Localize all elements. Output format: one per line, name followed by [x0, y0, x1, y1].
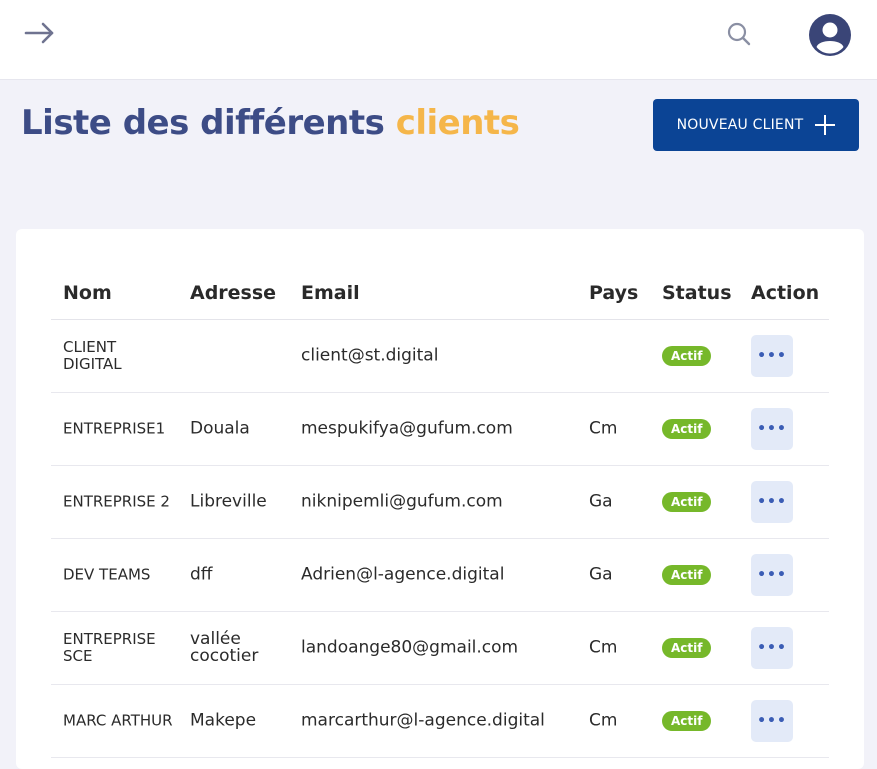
page-title-main: Liste des différents	[21, 103, 396, 143]
cell-nom: ENTREPRISE1	[63, 419, 166, 438]
status-badge: Actif	[662, 565, 712, 585]
cell-adresse: Libreville	[190, 491, 267, 512]
cell-adresse: Douala	[190, 418, 250, 439]
status-badge: Actif	[662, 711, 712, 731]
cell-nom: CLIENT DIGITAL	[63, 338, 122, 373]
status-badge: Actif	[662, 419, 712, 439]
search-icon[interactable]	[724, 19, 754, 49]
cell-adresse: vallée cocotier	[190, 629, 259, 666]
new-client-button[interactable]: NOUVEAU CLIENT	[653, 99, 859, 151]
cell-pays: Cm	[589, 710, 618, 731]
user-avatar-icon[interactable]	[807, 12, 853, 58]
column-header-email: Email	[301, 282, 360, 304]
more-actions-button[interactable]: •••	[751, 554, 793, 596]
cell-email: mespukifya@gufum.com	[301, 418, 513, 439]
status-badge: Actif	[662, 638, 712, 658]
cell-email: Adrien@l-agence.digital	[301, 564, 505, 585]
cell-pays: Ga	[589, 491, 613, 512]
table-row: CLIENT DIGITAL client@st.digital Actif •…	[51, 320, 829, 393]
arrow-right-icon[interactable]	[22, 18, 58, 48]
cell-email: marcarthur@l-agence.digital	[301, 710, 545, 731]
table-row: MARC ARTHUR Makepe marcarthur@l-agence.d…	[51, 685, 829, 758]
cell-pays: Cm	[589, 637, 618, 658]
table-row: ENTREPRISE SCE vallée cocotier landoange…	[51, 612, 829, 685]
clients-card: Nom Adresse Email Pays Status Action CLI…	[16, 229, 864, 769]
table-row: DEV TEAMS dff Adrien@l-agence.digital Ga…	[51, 539, 829, 612]
top-bar	[0, 0, 877, 80]
table-row: ENTREPRISE 2 Libreville niknipemli@gufum…	[51, 466, 829, 539]
column-header-pays: Pays	[589, 282, 639, 304]
cell-nom: ENTREPRISE SCE	[63, 630, 156, 665]
cell-nom: ENTREPRISE 2	[63, 492, 170, 511]
more-actions-button[interactable]: •••	[751, 335, 793, 377]
more-actions-button[interactable]: •••	[751, 700, 793, 742]
column-header-status: Status	[662, 282, 732, 304]
cell-email: client@st.digital	[301, 345, 439, 366]
column-header-adresse: Adresse	[190, 282, 277, 304]
cell-pays: Ga	[589, 564, 613, 585]
cell-nom: MARC ARTHUR	[63, 711, 173, 730]
cell-adresse: dff	[190, 564, 213, 585]
cell-nom: DEV TEAMS	[63, 565, 151, 584]
more-actions-button[interactable]: •••	[751, 627, 793, 669]
column-header-action: Action	[751, 282, 820, 304]
table-row: ENTREPRISE1 Douala mespukifya@gufum.com …	[51, 393, 829, 466]
page-title: Liste des différents clients	[21, 103, 520, 143]
column-header-nom: Nom	[63, 282, 112, 304]
status-badge: Actif	[662, 492, 712, 512]
cell-email: landoange80@gmail.com	[301, 637, 519, 658]
cell-adresse: Makepe	[190, 710, 257, 731]
cell-email: niknipemli@gufum.com	[301, 491, 503, 512]
plus-icon	[815, 115, 836, 135]
more-actions-button[interactable]: •••	[751, 408, 793, 450]
more-actions-button[interactable]: •••	[751, 481, 793, 523]
table-header: Nom Adresse Email Pays Status Action	[51, 276, 829, 320]
new-client-button-label: NOUVEAU CLIENT	[676, 117, 804, 133]
clients-table: Nom Adresse Email Pays Status Action CLI…	[51, 276, 829, 758]
cell-pays: Cm	[589, 418, 618, 439]
page-title-accent: clients	[395, 103, 520, 143]
status-badge: Actif	[662, 346, 712, 366]
